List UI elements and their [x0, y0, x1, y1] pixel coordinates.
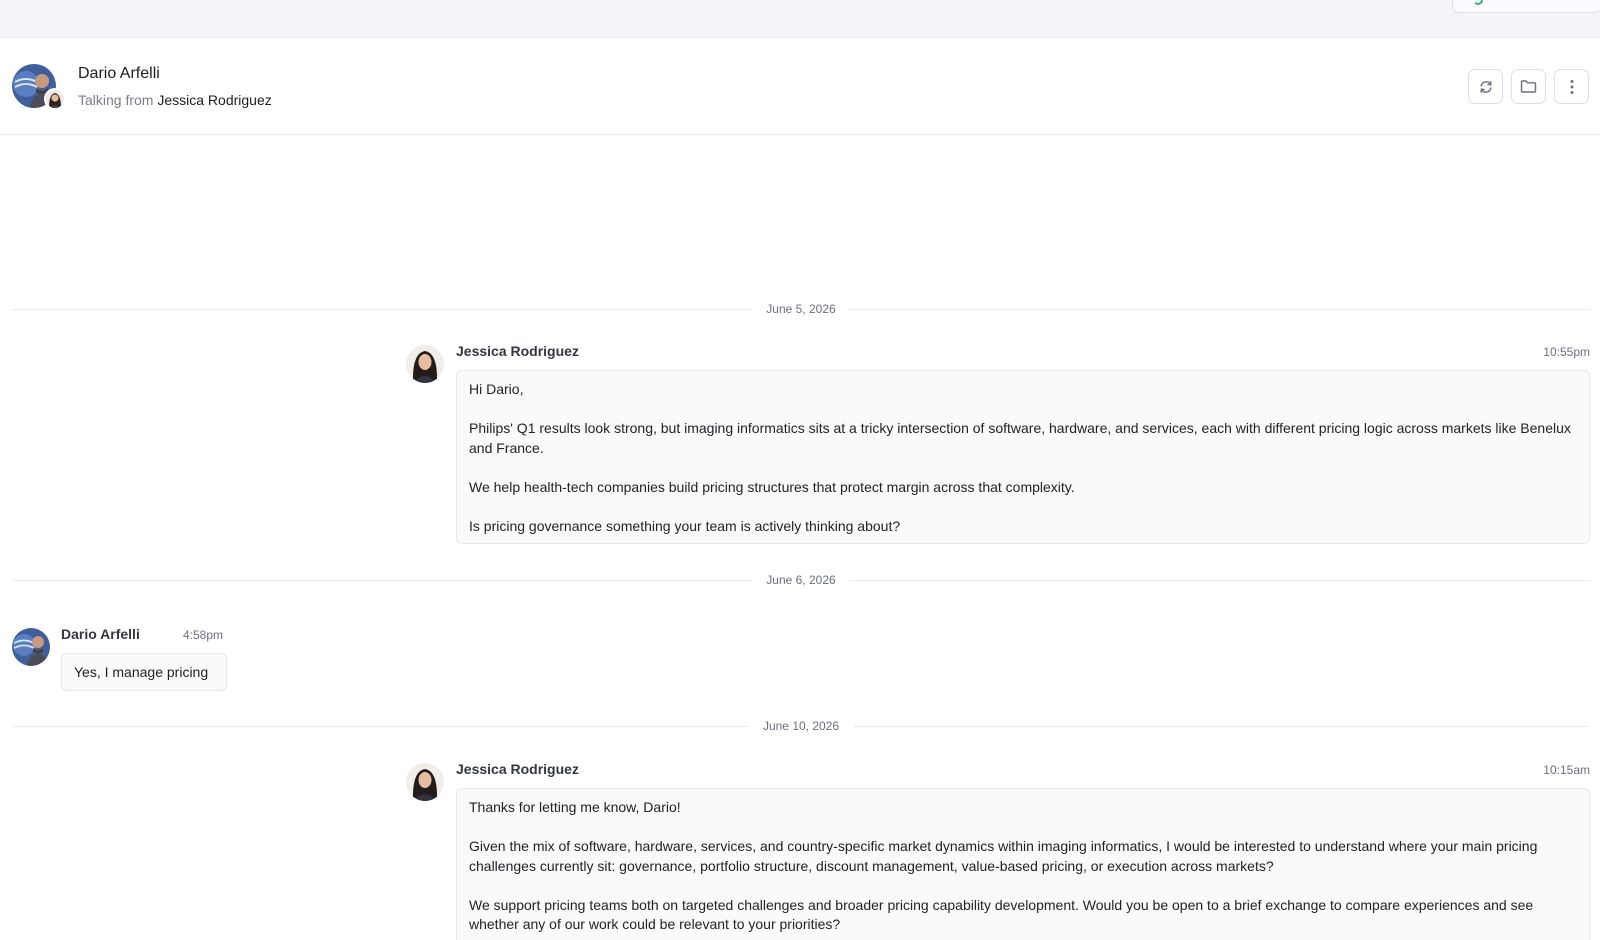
message-paragraph: We support pricing teams both on targete… [469, 896, 1534, 933]
message-sender: Jessica Rodriguez [456, 343, 579, 359]
sender-avatar-image [46, 90, 64, 108]
date-label: June 5, 2026 [752, 302, 850, 316]
date-label: June 6, 2026 [752, 573, 850, 587]
status-spinner-icon [1473, 0, 1483, 5]
talking-from-name[interactable]: Jessica Rodriguez [157, 92, 271, 108]
message-avatar[interactable] [406, 345, 444, 383]
jessica-avatar-image [406, 763, 444, 801]
dario-avatar-image [12, 628, 50, 666]
message-paragraph: Philips' Q1 results look strong, but ima… [469, 420, 1571, 456]
folder-button[interactable] [1511, 69, 1546, 104]
status-pill[interactable] [1452, 0, 1600, 13]
sender-avatar [44, 88, 66, 110]
jessica-avatar-image [406, 345, 444, 383]
message-paragraph: Given the mix of software, hardware, ser… [469, 838, 1538, 874]
message-avatar[interactable] [12, 628, 50, 666]
folder-icon [1520, 80, 1537, 93]
message-paragraph: We help health-tech companies build pric… [469, 478, 1075, 495]
refresh-icon [1480, 80, 1491, 93]
message-sender: Jessica Rodriguez [456, 761, 579, 777]
top-bar [0, 0, 1600, 38]
talking-from-label: Talking from [78, 92, 154, 108]
message-paragraph: Yes, I manage pricing [74, 664, 209, 680]
talking-from: Talking from Jessica Rodriguez [78, 92, 272, 108]
message-time: 10:55pm [1543, 345, 1590, 359]
message-sender: Dario Arfelli [61, 626, 140, 642]
message-time: 10:15am [1543, 763, 1590, 777]
conversation-header: Dario Arfelli Talking from Jessica Rodri… [0, 38, 1600, 135]
message-bubble: Hi Dario, Philips' Q1 results look stron… [456, 370, 1590, 544]
more-options-button[interactable] [1554, 69, 1589, 104]
message-paragraph: Hi Dario, [469, 381, 524, 397]
message-paragraph: Is pricing governance something your tea… [469, 517, 901, 534]
refresh-button[interactable] [1468, 69, 1503, 104]
more-vertical-icon [1570, 79, 1573, 94]
message-bubble: Yes, I manage pricing [61, 653, 227, 691]
message-bubble: Thanks for letting me know, Dario! Given… [456, 788, 1590, 940]
date-label: June 10, 2026 [748, 719, 854, 733]
message-paragraph: Thanks for letting me know, Dario! [469, 799, 681, 815]
message-time: 4:58pm [183, 628, 224, 642]
message-avatar[interactable] [406, 763, 444, 801]
contact-name[interactable]: Dario Arfelli [78, 65, 160, 83]
